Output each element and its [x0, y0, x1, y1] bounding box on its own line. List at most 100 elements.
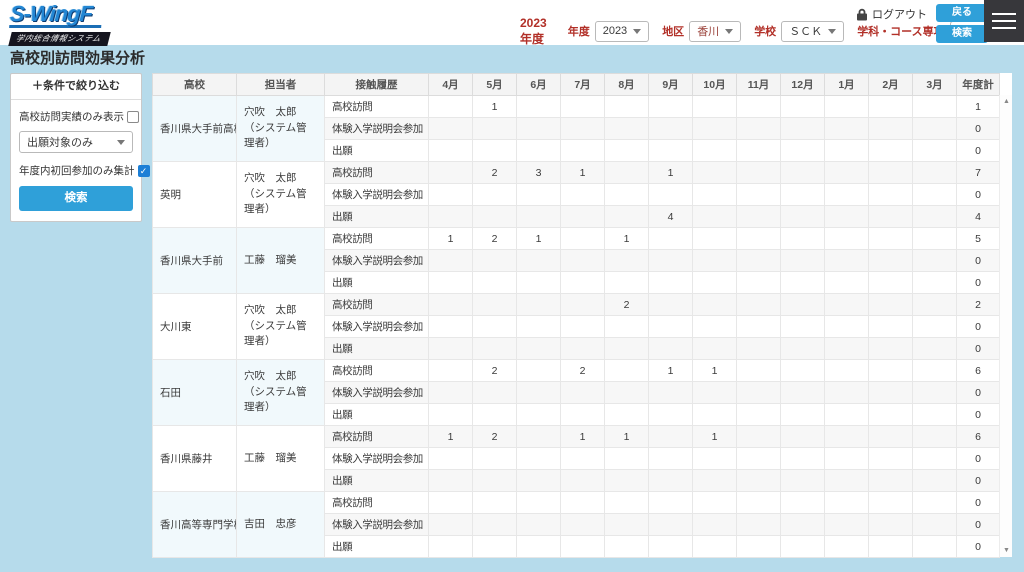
month-value-cell [868, 205, 913, 228]
column-header: 年度計 [956, 73, 1000, 96]
month-value-cell [604, 381, 649, 404]
month-value-cell [560, 293, 605, 316]
month-value-cell [692, 381, 737, 404]
application-target-select[interactable]: 出願対象のみ [19, 131, 133, 153]
header-search-button[interactable]: 検索 [936, 25, 988, 43]
sidebar-search-button[interactable]: 検索 [19, 186, 133, 211]
month-value-cell [648, 535, 693, 558]
month-value-cell [648, 249, 693, 272]
month-value-cell [912, 337, 957, 360]
scroll-up-arrow[interactable]: ▲ [1000, 98, 1013, 105]
first-participation-checkbox[interactable]: ✓ [137, 164, 150, 177]
month-value-cell [516, 513, 561, 536]
month-value-cell [824, 447, 869, 470]
logout-button[interactable]: ログアウト [856, 6, 927, 22]
filter-school-select[interactable]: ＳＣＫ [781, 20, 845, 42]
month-value-cell [516, 315, 561, 338]
contact-type-cell: 出願 [324, 271, 429, 294]
year-total-cell: 0 [956, 315, 1000, 338]
month-value-cell [912, 491, 957, 514]
month-value-cell [428, 447, 473, 470]
vertical-scrollbar[interactable]: ▲ ▼ [999, 95, 1012, 557]
month-value-cell: 2 [472, 161, 517, 184]
filter-district: 地区 香川 [662, 20, 742, 42]
back-button[interactable]: 戻る [936, 4, 988, 22]
month-value-cell [780, 139, 825, 162]
month-value-cell [472, 535, 517, 558]
school-name-cell: 香川県大手前高松 [152, 95, 237, 162]
school-name-cell: 香川県藤井 [152, 425, 237, 492]
month-value-cell [736, 513, 781, 536]
contact-type-cell: 出願 [324, 535, 429, 558]
month-value-cell [428, 183, 473, 206]
month-value-cell [428, 249, 473, 272]
filter-district-select[interactable]: 香川 [689, 20, 742, 42]
month-value-cell [868, 293, 913, 316]
month-value-cell [868, 315, 913, 338]
month-value-cell [648, 139, 693, 162]
month-value-cell [428, 403, 473, 426]
app-root: S-WingF 学内総合情報システム 2023年度 年度 2023 地区 香川 [0, 0, 1024, 572]
contact-type-cell: 体験入学説明会参加 [324, 381, 429, 404]
month-value-cell [692, 447, 737, 470]
month-value-cell [472, 513, 517, 536]
year-total-cell: 0 [956, 271, 1000, 294]
month-value-cell [648, 293, 693, 316]
year-total-cell: 0 [956, 403, 1000, 426]
visit-only-checkbox[interactable] [127, 110, 139, 123]
month-value-cell [868, 183, 913, 206]
month-value-cell [912, 139, 957, 162]
month-value-cell [824, 271, 869, 294]
month-value-cell [648, 315, 693, 338]
month-value-cell [560, 513, 605, 536]
month-value-cell [780, 403, 825, 426]
lock-icon [857, 8, 867, 20]
month-value-cell [868, 161, 913, 184]
filter-year-select[interactable]: 2023 [594, 20, 650, 42]
scroll-down-arrow[interactable]: ▼ [1000, 547, 1013, 554]
staff-name-cell: 穴吹 太郎（システム管理者） [236, 359, 325, 426]
month-value-cell [428, 161, 473, 184]
month-value-cell [912, 183, 957, 206]
hamburger-menu-button[interactable] [984, 0, 1024, 42]
month-value-cell [428, 95, 473, 118]
month-value-cell [560, 139, 605, 162]
month-value-cell [824, 117, 869, 140]
month-value-cell [780, 117, 825, 140]
table-row: 香川高等専門学校 吉田 忠彦 高校訪問 0 [152, 491, 1000, 558]
month-value-cell [516, 403, 561, 426]
month-value-cell [824, 359, 869, 382]
month-value-cell [912, 249, 957, 272]
month-value-cell [516, 425, 561, 448]
column-header: 4月 [428, 73, 473, 96]
month-value-cell [824, 161, 869, 184]
month-value-cell [516, 271, 561, 294]
first-participation-label: 年度内初回参加のみ集計 [19, 165, 135, 177]
month-value-cell [604, 315, 649, 338]
month-value-cell [516, 139, 561, 162]
month-value-cell [648, 227, 693, 250]
month-value-cell [428, 337, 473, 360]
month-value-cell [868, 403, 913, 426]
hamburger-icon [992, 20, 1016, 22]
month-value-cell [736, 293, 781, 316]
visit-effect-table: 高校 担当者 接触履歴 4月 5月 6月 7月 8月 9月 10月 11月 12月 1月 2月 3月 年度計 … [152, 73, 1000, 558]
year-total-cell: 0 [956, 139, 1000, 162]
month-value-cell [560, 249, 605, 272]
month-value-cell [560, 447, 605, 470]
month-value-cell [780, 293, 825, 316]
month-value-cell [560, 183, 605, 206]
filter-year: 年度 2023 [568, 20, 650, 42]
filter-year-value: 2023 [602, 25, 628, 37]
month-value-cell [824, 249, 869, 272]
contact-type-cell: 体験入学説明会参加 [324, 315, 429, 338]
staff-name-cell: 穴吹 太郎（システム管理者） [236, 161, 325, 228]
year-total-cell: 0 [956, 469, 1000, 492]
column-header: 8月 [604, 73, 649, 96]
month-value-cell [868, 95, 913, 118]
month-value-cell [472, 249, 517, 272]
month-value-cell [868, 535, 913, 558]
month-value-cell [868, 425, 913, 448]
month-value-cell: 2 [560, 359, 605, 382]
staff-name-cell: 吉田 忠彦 [236, 491, 325, 558]
